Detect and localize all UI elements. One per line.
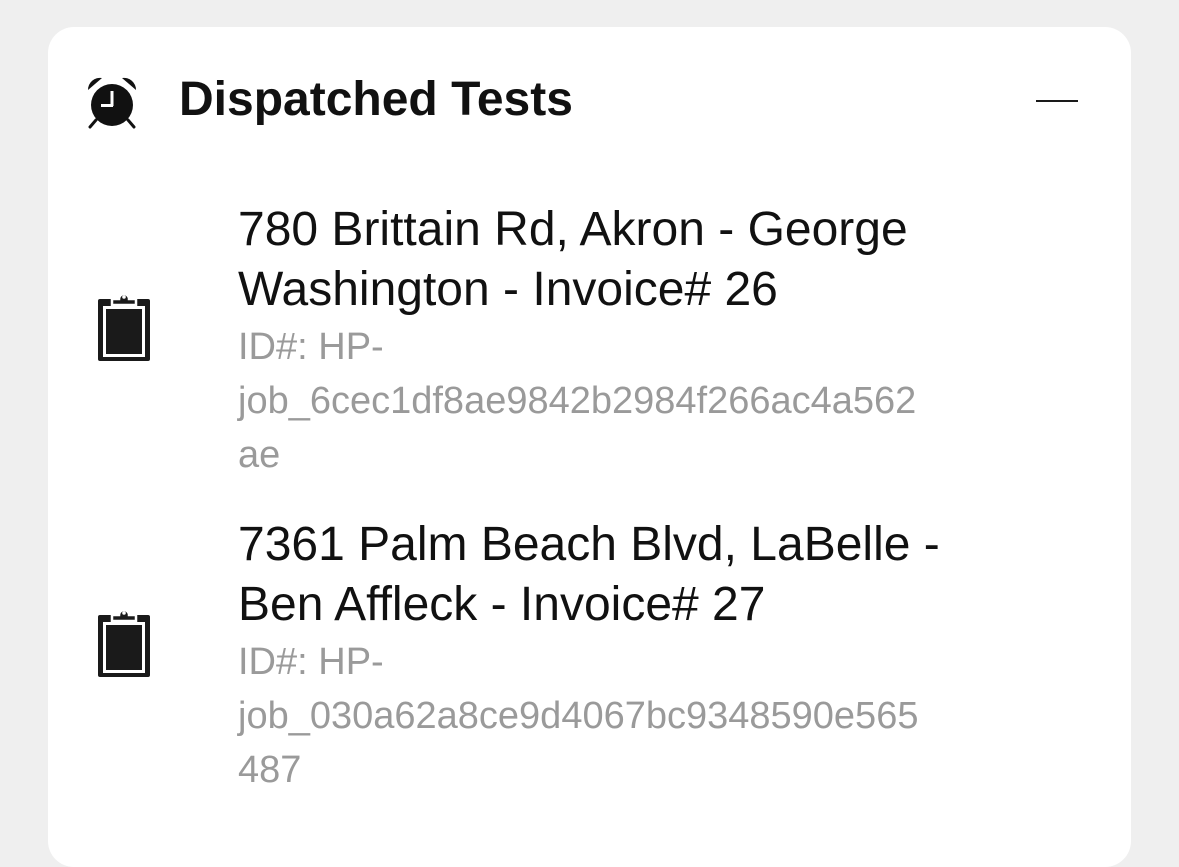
list-item-title-line: 7361 Palm Beach Blvd, LaBelle - <box>238 518 940 571</box>
list-item-id-line: job_030a62a8ce9d4067bc9348590e565 <box>238 695 919 737</box>
list-item-text: 7361 Palm Beach Blvd, LaBelle - Ben Affl… <box>238 515 1098 797</box>
list-item-title-line: Washington - Invoice# 26 <box>238 263 778 316</box>
card-header: Dispatched Tests <box>48 27 1131 173</box>
list-item-title-line: Ben Affleck - Invoice# 27 <box>238 578 766 631</box>
collapse-button[interactable] <box>1028 79 1088 125</box>
clipboard-icon <box>98 609 150 677</box>
alarm-clock-icon <box>87 77 137 129</box>
list-item-id-line: ID#: HP- <box>238 326 384 368</box>
list-item-id-line: ID#: HP- <box>238 641 384 683</box>
list-item-id-line: 487 <box>238 749 302 791</box>
list-item-text: 780 Brittain Rd, Akron - George Washingt… <box>238 200 1098 482</box>
minus-icon <box>1036 100 1078 102</box>
list-item-id-line: ae <box>238 434 281 476</box>
list-item-title-line: 780 Brittain Rd, Akron - George <box>238 203 908 256</box>
clipboard-icon <box>98 293 150 361</box>
dispatched-tests-card: Dispatched Tests 780 Brittain Rd, Akron … <box>48 27 1131 867</box>
list-item-id-line: job_6cec1df8ae9842b2984f266ac4a562 <box>238 380 917 422</box>
card-title: Dispatched Tests <box>179 73 573 126</box>
